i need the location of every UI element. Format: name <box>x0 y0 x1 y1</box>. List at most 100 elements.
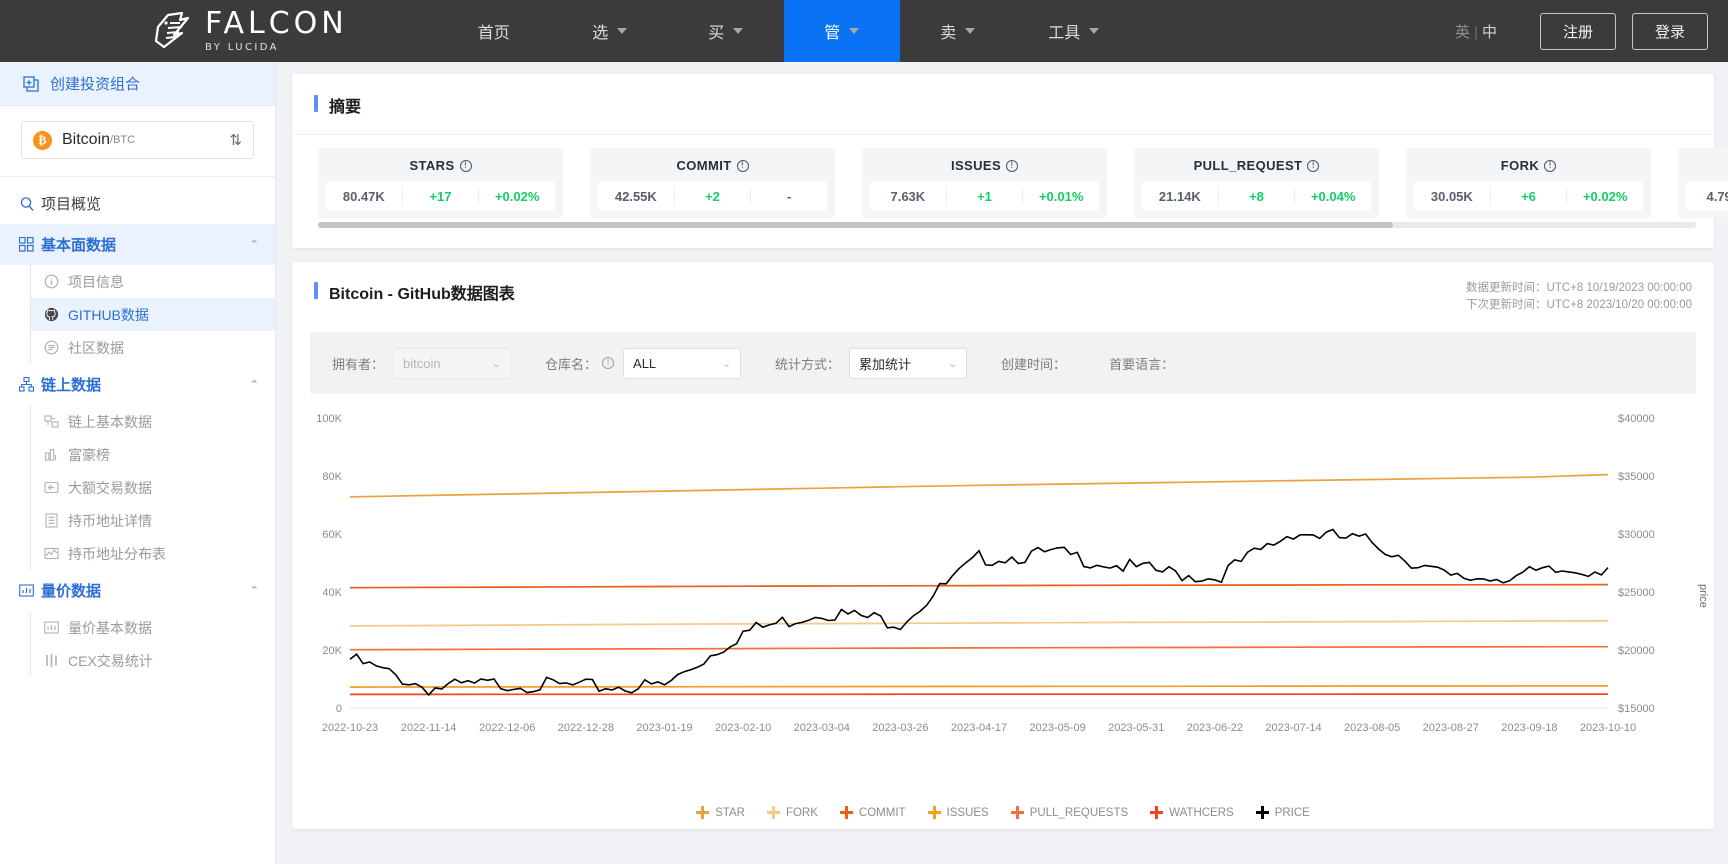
legend-item[interactable]: WATHCERS <box>1150 806 1234 819</box>
community-icon <box>44 340 68 355</box>
legend-item[interactable]: PRICE <box>1255 806 1310 819</box>
stat-card-commit[interactable]: COMMIT ! 42.55K +2 - <box>590 148 835 218</box>
stat-card-pull-request[interactable]: PULL_REQUEST ! 21.14K +8 +0.04% <box>1134 148 1379 218</box>
main-content: 摘要 STARS ! 80.47K +17 +0.02% COMMIT ! 42… <box>276 62 1728 864</box>
github-data-chart[interactable]: 0 20K 40K 60K 80K 100K $15000 $20000 $25000 $3000… <box>292 404 1690 764</box>
nav-item-select[interactable]: 选 <box>552 0 668 62</box>
sidebar: 创建投资组合 ₿ Bitcoin /BTC ⇅ 项目概览 基本面数据 ⌃ 项目信… <box>0 62 276 864</box>
language-zh[interactable]: 中 <box>1482 24 1498 41</box>
stat-label: ISSUES ! <box>870 156 1099 182</box>
sidebar-group-onchain[interactable]: 链上数据 ⌃ <box>0 364 275 405</box>
sidebar-item-label: CEX交易统计 <box>68 652 153 669</box>
login-button[interactable]: 登录 <box>1631 12 1708 50</box>
stat-label: PULL_REQUEST ! <box>1142 156 1371 182</box>
sidebar-item-project-info[interactable]: 项目信息 <box>31 265 275 298</box>
svg-text:2023-01-19: 2023-01-19 <box>636 722 692 734</box>
stat-label: STARS ! <box>326 156 555 182</box>
sidebar-item-holder-details[interactable]: 持币地址详情 <box>31 504 275 537</box>
sidebar-item-label: 社区数据 <box>68 339 124 356</box>
legend-item[interactable]: PULL_REQUESTS <box>1010 806 1128 819</box>
sidebar-item-cex-stats[interactable]: CEX交易统计 <box>31 644 275 677</box>
sidebar-create-portfolio[interactable]: 创建投资组合 <box>0 62 275 106</box>
logo-subtitle: BY LUCIDA <box>205 42 279 53</box>
svg-text:2023-05-09: 2023-05-09 <box>1029 722 1085 734</box>
legend-label: PRICE <box>1274 806 1310 819</box>
language-en[interactable]: 英 <box>1455 24 1471 41</box>
info-icon[interactable]: ! <box>1307 159 1320 172</box>
info-icon[interactable]: ! <box>602 357 615 369</box>
chevron-down-icon: ⌄ <box>721 357 732 370</box>
app-shell: 创建投资组合 ₿ Bitcoin /BTC ⇅ 项目概览 基本面数据 ⌃ 项目信… <box>0 62 1728 864</box>
chevron-up-icon: ⌃ <box>249 239 259 251</box>
chevron-up-icon: ⌃ <box>249 379 259 391</box>
legend-marker-icon <box>1255 806 1269 819</box>
stat-value: 21.14K <box>1158 188 1201 204</box>
brand-logo[interactable]: FALCON BY LUCIDA <box>152 0 348 62</box>
sidebar-group-fundamental[interactable]: 基本面数据 ⌃ <box>0 224 275 265</box>
sidebar-item-label: 富豪榜 <box>68 446 110 463</box>
legend-item[interactable]: COMMIT <box>839 806 906 819</box>
svg-text:$35000: $35000 <box>1618 471 1655 483</box>
nav-item-tools[interactable]: 工具 <box>1016 0 1132 62</box>
chart-header: Bitcoin - GitHub数据图表 数据更新时间：UTC+8 10/19/… <box>292 262 1714 326</box>
stat-delta: +2 <box>705 188 720 204</box>
legend-item[interactable]: ISSUES <box>927 806 989 819</box>
svg-text:2023-10-10: 2023-10-10 <box>1580 722 1636 734</box>
github-icon <box>44 307 68 322</box>
chevron-down-icon <box>965 28 976 34</box>
scrollbar-thumb[interactable] <box>318 222 1393 228</box>
svg-text:2023-05-31: 2023-05-31 <box>1108 722 1164 734</box>
sidebar-item-label: 持币地址详情 <box>68 512 152 529</box>
sidebar-item-project-overview[interactable]: 项目概览 <box>0 183 275 224</box>
info-icon[interactable]: ! <box>459 159 472 172</box>
stat-card-issues[interactable]: ISSUES ! 7.63K +1 +0.01% <box>862 148 1107 218</box>
sidebar-menu: 项目概览 基本面数据 ⌃ 项目信息 GITHUB数据 社区数据 链上数据 ⌃ 链… <box>0 177 275 677</box>
summary-title: 摘要 <box>329 99 362 116</box>
bitcoin-icon: ₿ <box>33 130 52 150</box>
svg-text:40K: 40K <box>322 587 342 599</box>
legend-item[interactable]: FORK <box>766 806 818 819</box>
sidebar-item-onchain-basic[interactable]: 链上基本数据 <box>31 405 275 438</box>
nav-item-label: 管 <box>824 25 841 42</box>
owner-select[interactable]: bitcoin ⌄ <box>393 347 512 379</box>
coin-selector-wrap: ₿ Bitcoin /BTC ⇅ <box>0 106 275 177</box>
sidebar-item-label: 项目信息 <box>68 273 124 290</box>
accent-bar <box>314 282 318 299</box>
summary-horizontal-scrollbar[interactable] <box>318 222 1696 228</box>
info-icon[interactable]: ! <box>736 159 749 172</box>
repo-label: 仓库名： ! <box>545 354 615 373</box>
stat-label-text: STARS <box>409 158 455 173</box>
stat-delta: +1 <box>977 188 992 204</box>
chart-title: Bitcoin - GitHub数据图表 <box>329 286 515 303</box>
nav-item-home[interactable]: 首页 <box>436 0 552 62</box>
chevron-down-icon <box>849 28 860 34</box>
legend-item[interactable]: STAR <box>696 806 745 819</box>
sidebar-item-rich-list[interactable]: 富豪榜 <box>31 438 275 471</box>
nav-item-buy[interactable]: 买 <box>668 0 784 62</box>
stat-card-stars[interactable]: STARS ! 80.47K +17 +0.02% <box>318 148 563 218</box>
nav-item-sell[interactable]: 卖 <box>900 0 1016 62</box>
info-icon[interactable]: ! <box>1006 159 1019 172</box>
sidebar-group-price-volume[interactable]: 量价数据 ⌃ <box>0 570 275 611</box>
info-circle-icon <box>44 274 68 289</box>
nav-item-label: 卖 <box>940 25 957 42</box>
register-button[interactable]: 注册 <box>1539 12 1616 50</box>
language-switcher[interactable]: 英 | 中 <box>1455 21 1498 42</box>
nav-item-manage[interactable]: 管 <box>783 0 900 62</box>
sidebar-item-github-data[interactable]: GITHUB数据 <box>31 298 275 331</box>
info-icon[interactable]: ! <box>1544 159 1557 172</box>
coin-selector[interactable]: ₿ Bitcoin /BTC ⇅ <box>21 121 254 159</box>
swap-icon[interactable]: ⇅ <box>229 131 242 149</box>
sidebar-item-price-volume-basic[interactable]: 量价基本数据 <box>31 611 275 644</box>
svg-text:2022-10-23: 2022-10-23 <box>322 722 378 734</box>
sidebar-submenu-price-volume: 量价基本数据 CEX交易统计 <box>30 611 275 677</box>
add-portfolio-icon <box>23 75 39 92</box>
stat-card-watchers[interactable]: WATCHERS ! 4.79K +1 +0.01% <box>1678 148 1728 218</box>
stat-card-fork[interactable]: FORK ! 30.05K +6 +0.02% <box>1406 148 1651 218</box>
sidebar-item-holder-distribution[interactable]: 持币地址分布表 <box>31 537 275 570</box>
repo-select[interactable]: ALL ⌄ <box>623 347 742 379</box>
stat-method-select[interactable]: 累加统计 ⌄ <box>849 347 968 379</box>
transfer-icon <box>44 480 68 495</box>
sidebar-item-community-data[interactable]: 社区数据 <box>31 331 275 364</box>
sidebar-item-large-transactions[interactable]: 大额交易数据 <box>31 471 275 504</box>
